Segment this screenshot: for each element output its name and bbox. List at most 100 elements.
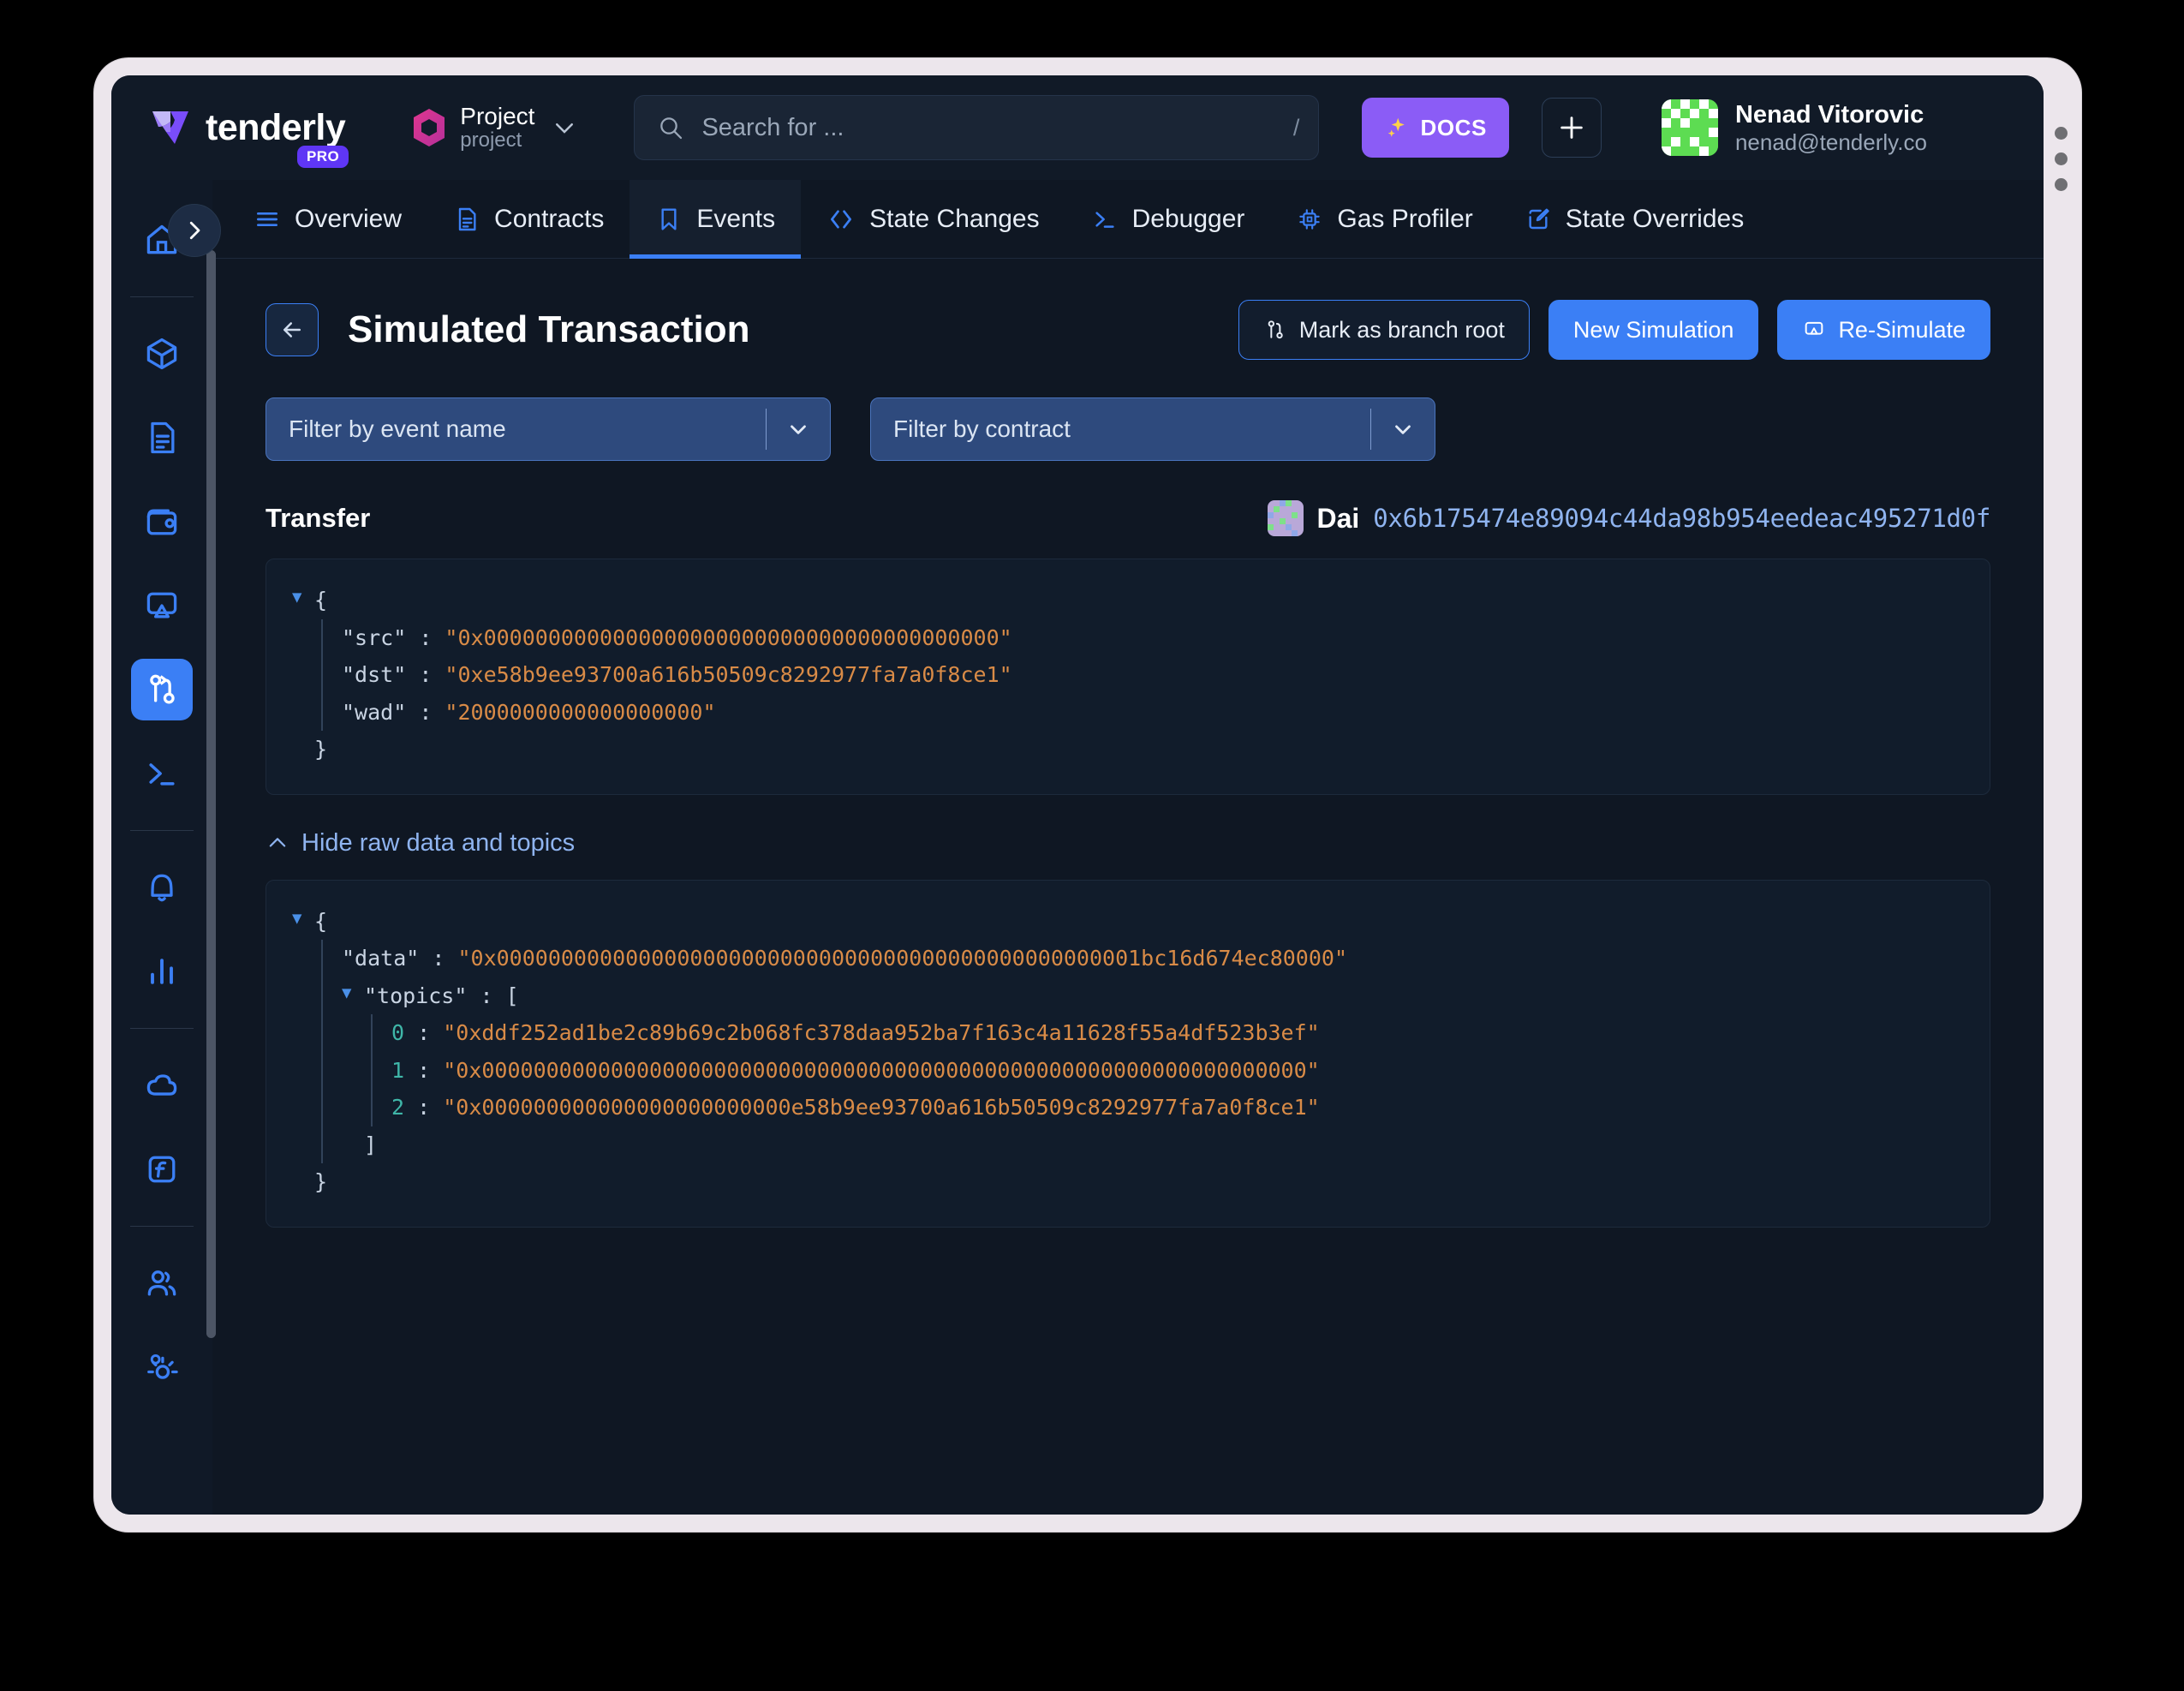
search-input[interactable]: Search for ... / (634, 95, 1320, 160)
screen-refresh-icon (1805, 321, 1823, 335)
transaction-tabs: Overview Contracts Events State Changes … (212, 180, 2044, 259)
json-line: ▼ } (292, 1163, 1964, 1201)
sidebar-item-transactions[interactable] (131, 407, 193, 469)
document-icon (151, 421, 175, 454)
chevron-down-icon (767, 416, 830, 442)
tab-debugger[interactable]: Debugger (1065, 180, 1271, 258)
docs-label: DOCS (1420, 114, 1487, 140)
page-header: Simulated Transaction Mark as branch roo… (212, 259, 2044, 360)
spacer: ▼ (292, 619, 314, 651)
people-icon (147, 1270, 176, 1296)
frame-side-dots (2055, 127, 2068, 191)
collapse-triangle-icon[interactable]: ▼ (292, 903, 314, 935)
user-menu[interactable]: Nenad Vitorovic nenad@tenderly.co (1661, 99, 1927, 156)
sidebar-item-actions[interactable] (131, 1138, 193, 1200)
project-switcher[interactable]: Project project (410, 103, 577, 152)
chip-icon (1299, 208, 1321, 230)
json-colon: : (406, 699, 445, 725)
sidebar-item-collaborators[interactable] (131, 1252, 193, 1314)
sidebar-item-analytics[interactable] (131, 941, 193, 1002)
filter-by-event-name-select[interactable]: Filter by event name (266, 397, 831, 461)
arrow-left-icon (283, 322, 301, 338)
sidebar-item-settings[interactable] (131, 1336, 193, 1398)
json-value: "0x0000000000000000000000000000000000000… (457, 946, 1348, 971)
sidebar-item-alerts[interactable] (131, 857, 193, 918)
sidebar-group-observability (111, 857, 212, 1002)
spacer: ▼ (292, 731, 314, 762)
project-slug: project (460, 128, 522, 152)
tab-state-changes[interactable]: State Changes (801, 180, 1065, 258)
json-key: "data" (342, 946, 420, 971)
browser-window: tenderly PRO Project project Search for … (111, 75, 2044, 1515)
tab-state-overrides[interactable]: State Overrides (1499, 180, 1769, 258)
indent-guide (371, 1051, 373, 1089)
button-label: New Simulation (1572, 316, 1734, 343)
collapse-triangle-icon[interactable]: ▼ (292, 582, 314, 613)
tab-gas-profiler[interactable]: Gas Profiler (1270, 180, 1498, 258)
toggle-raw-data-link[interactable]: Hide raw data and topics (212, 795, 628, 857)
tab-label: State Overrides (1565, 204, 1745, 233)
back-button[interactable] (266, 303, 319, 356)
filter-by-contract-select[interactable]: Filter by contract (870, 397, 1435, 461)
json-value: "0x000000000000000000000000e58b9ee93700a… (443, 1095, 1320, 1120)
json-line: ▼ ▼ 0 : "0xddf252ad1be2c89b69c2b068fc378… (292, 1014, 1964, 1052)
json-line: ▼ ▼ 2 : "0x000000000000000000000000e58b9… (292, 1089, 1964, 1126)
event-name: Transfer (266, 503, 371, 533)
indent-guide (371, 1089, 373, 1126)
document-icon (458, 207, 476, 230)
page-title: Simulated Transaction (348, 308, 750, 350)
tab-events[interactable]: Events (630, 180, 802, 259)
indent-guide (321, 1089, 323, 1126)
sidebar-item-monitoring[interactable] (131, 575, 193, 636)
json-colon: : (404, 1020, 444, 1045)
json-line: ▼ "data" : "0x00000000000000000000000000… (292, 940, 1964, 977)
contract-reference[interactable]: Dai 0x6b175474e89094c44da98b954eedeac495… (1267, 500, 1990, 536)
tab-contracts[interactable]: Contracts (427, 180, 630, 258)
add-button[interactable] (1541, 98, 1602, 158)
json-array-index: 0 (391, 1020, 405, 1045)
sidebar-collapse-button[interactable] (168, 204, 221, 257)
new-simulation-button[interactable]: New Simulation (1548, 300, 1759, 360)
json-colon: : (406, 624, 445, 650)
docs-button[interactable]: DOCS (1362, 98, 1509, 158)
search-icon (660, 117, 683, 140)
gears-icon (147, 1353, 178, 1379)
indent-guide (321, 1014, 323, 1052)
sidebar-divider (130, 1028, 194, 1029)
sidebar-item-contracts[interactable] (131, 323, 193, 385)
json-array-index: 1 (391, 1057, 405, 1083)
indent-guide (371, 1014, 373, 1052)
bar-chart-icon (151, 959, 173, 984)
tab-overview[interactable]: Overview (228, 180, 427, 258)
re-simulate-button[interactable]: Re-Simulate (1777, 300, 1990, 360)
sparkles-icon (1388, 117, 1405, 137)
sidebar-item-simulator[interactable] (131, 659, 193, 720)
sidebar-scrollbar[interactable] (206, 250, 216, 1338)
plan-badge: PRO (296, 146, 349, 168)
device-frame: tenderly PRO Project project Search for … (94, 58, 2081, 1532)
json-line: ▼ "wad" : "2000000000000000000" (292, 693, 1964, 731)
collapse-triangle-icon[interactable]: ▼ (342, 977, 364, 1009)
bookmark-icon (661, 207, 677, 230)
main-content: Overview Contracts Events State Changes … (212, 180, 2044, 1515)
tab-label: Overview (295, 204, 403, 233)
project-name: Project (460, 102, 535, 129)
spacer: ▼ (292, 940, 314, 971)
json-open-brace: { (314, 588, 328, 612)
sidebar-group-org (111, 1252, 212, 1398)
sidebar-item-devnets[interactable] (131, 743, 193, 804)
avatar (1661, 99, 1718, 156)
mark-as-branch-root-button[interactable]: Mark as branch root (1238, 300, 1530, 360)
tab-label: Events (696, 204, 776, 233)
left-sidebar (111, 180, 216, 1515)
sidebar-item-web3-gateway[interactable] (131, 1055, 193, 1116)
user-email: nenad@tenderly.co (1734, 128, 1927, 155)
spacer: ▼ (292, 694, 314, 726)
tenderly-logo[interactable]: tenderly PRO (147, 105, 349, 168)
json-colon: : (406, 662, 445, 687)
sidebar-item-wallets[interactable] (131, 491, 193, 553)
screen-icon (146, 592, 177, 618)
spacer: ▼ (342, 1014, 364, 1046)
spacer: ▼ (292, 1014, 314, 1046)
toggle-raw-data-label: Hide raw data and topics (301, 828, 576, 857)
